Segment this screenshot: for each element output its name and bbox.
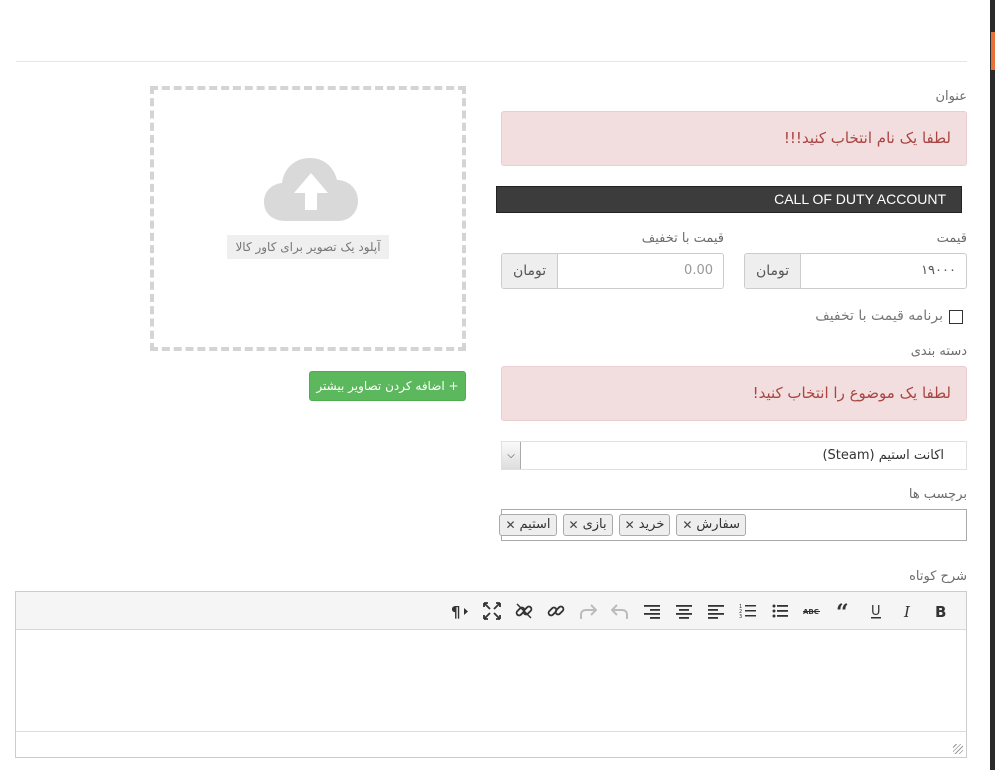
add-more-images-button[interactable]: + اضافه کردن تصاویر بیشتر [309, 371, 466, 401]
short-description-editor: B I U “ ABC 123 ¶ [15, 591, 967, 758]
short-description-label: شرح کوتاه [909, 569, 967, 584]
tag-text: سفارش [696, 517, 740, 532]
bullet-list-icon[interactable] [764, 595, 796, 627]
tag-text: خرید [638, 517, 665, 532]
cover-image-dropzone[interactable]: آپلود یک تصویر برای کاور کالا [150, 86, 466, 351]
unlink-icon[interactable] [508, 595, 540, 627]
editor-toolbar: B I U “ ABC 123 ¶ [16, 592, 966, 630]
numbered-list-icon[interactable]: 123 [732, 595, 764, 627]
editor-content-area[interactable] [16, 630, 966, 731]
discount-currency: تومان [502, 254, 559, 288]
close-icon[interactable]: ✕ [682, 515, 692, 535]
discount-price-label: قیمت با تخفیف [641, 231, 724, 246]
bold-icon[interactable]: B [924, 595, 956, 627]
close-icon[interactable]: ✕ [505, 515, 515, 535]
tag-chip: خرید ✕ [618, 514, 671, 536]
close-icon[interactable]: ✕ [625, 515, 635, 535]
price-input[interactable]: ۱۹۰۰۰ [801, 254, 966, 288]
price-label: قیمت [936, 231, 967, 246]
product-name-field[interactable]: CALL OF DUTY ACCOUNT [496, 186, 962, 213]
top-divider [16, 61, 967, 62]
upload-label: آپلود یک تصویر برای کاور کالا [227, 235, 389, 259]
link-icon[interactable] [540, 595, 572, 627]
close-icon[interactable]: ✕ [569, 515, 579, 535]
discount-price-input[interactable]: 0.00 [558, 254, 723, 288]
title-label: عنوان [935, 89, 967, 104]
category-selected-value: اکانت استیم (Steam) [822, 448, 944, 463]
redo-icon[interactable] [572, 595, 604, 627]
discount-schedule-label[interactable]: برنامه قیمت با تخفیف [815, 308, 943, 324]
svg-text:3: 3 [739, 614, 742, 620]
tag-chip: سفارش ✕ [676, 514, 746, 536]
editor-status-bar [16, 731, 966, 757]
scrollbar-thumb[interactable] [991, 32, 995, 70]
undo-icon[interactable] [604, 595, 636, 627]
align-left-icon[interactable] [700, 595, 732, 627]
discount-input-group: 0.00 تومان [501, 253, 724, 289]
category-alert: لطفا یک موضوع را انتخاب کنید! [501, 366, 967, 421]
tag-chip: بازی ✕ [562, 514, 613, 536]
category-label: دسته بندی [910, 344, 967, 359]
discount-schedule-checkbox[interactable] [949, 310, 963, 324]
svg-text:B: B [935, 603, 946, 620]
price-currency: تومان [745, 254, 802, 288]
svg-text:“: “ [836, 602, 849, 620]
resize-handle-icon[interactable] [953, 744, 963, 754]
align-right-icon[interactable] [636, 595, 668, 627]
tag-text: استیم [519, 517, 551, 532]
tags-input[interactable]: سفارش ✕ خرید ✕ بازی ✕ استیم ✕ [499, 509, 967, 541]
underline-icon[interactable]: U [860, 595, 892, 627]
chevron-down-icon[interactable]: ⌵ [502, 442, 521, 469]
svg-text:I: I [903, 603, 911, 620]
fullscreen-icon[interactable] [476, 595, 508, 627]
svg-text:U: U [871, 604, 881, 619]
svg-text:¶: ¶ [451, 603, 461, 620]
tag-text: بازی [582, 517, 607, 532]
window-scrollbar[interactable] [990, 0, 995, 770]
title-alert: لطفا یک نام انتخاب کنید!!! [501, 111, 967, 166]
tag-chip: استیم ✕ [499, 514, 557, 536]
cloud-upload-icon [264, 158, 358, 221]
paragraph-icon[interactable]: ¶ [444, 595, 476, 627]
italic-icon[interactable]: I [892, 595, 924, 627]
category-select[interactable]: اکانت استیم (Steam) ⌵ [501, 441, 967, 470]
blockquote-icon[interactable]: “ [828, 595, 860, 627]
price-input-group: ۱۹۰۰۰ تومان [744, 253, 967, 289]
tags-label: برچسب ها [908, 487, 967, 502]
align-center-icon[interactable] [668, 595, 700, 627]
strikethrough-icon[interactable]: ABC [796, 595, 828, 627]
